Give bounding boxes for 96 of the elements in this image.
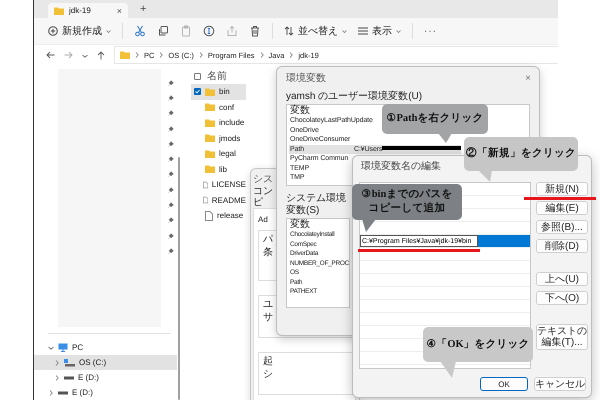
pin-icon — [168, 110, 174, 116]
dialog-title: シス — [253, 173, 273, 184]
pin-icon — [168, 140, 174, 147]
cancel-button[interactable]: キャンセル — [534, 377, 586, 391]
pin-icon — [168, 202, 174, 208]
monitor-icon — [58, 343, 68, 352]
dialog-tab[interactable]: コンピ — [253, 186, 274, 208]
new-tab-button[interactable]: + — [140, 3, 146, 15]
file-row[interactable]: lib — [191, 162, 246, 177]
pin-icon — [168, 156, 174, 162]
dialog-title: 環境変数 — [286, 72, 326, 85]
column-header: 変数 — [290, 105, 310, 116]
file-icon — [205, 210, 213, 221]
close-tab-button[interactable]: × — [116, 6, 122, 16]
ok-button[interactable]: OK — [480, 377, 528, 391]
dialog-button[interactable]: 下へ(O) — [536, 291, 588, 305]
explorer-tab[interactable]: jdk-19 × — [48, 3, 128, 18]
recent-chevron-icon — [82, 54, 88, 58]
tree-item[interactable]: OS (C:) — [34, 355, 177, 370]
copy-icon[interactable] — [157, 25, 169, 37]
tree-item[interactable]: PC — [34, 340, 177, 355]
pin-icon — [168, 126, 174, 132]
dialog-text: Ad — [258, 214, 268, 226]
caret-icon — [342, 30, 347, 32]
file-row[interactable]: jmods — [191, 130, 246, 146]
expand-chevron-icon — [55, 374, 59, 380]
file-icon — [202, 180, 208, 190]
expand-chevron-icon — [48, 346, 54, 350]
chevron-icon — [198, 52, 203, 58]
file-row[interactable]: README — [191, 192, 246, 208]
up-arrow-icon[interactable] — [97, 50, 105, 60]
chevron-icon — [260, 52, 264, 58]
folder-icon — [54, 6, 64, 14]
scrollbar[interactable] — [178, 157, 180, 400]
new-button[interactable]: 新規作成 — [48, 24, 111, 38]
dialog-button[interactable]: 編集(E) — [536, 201, 588, 215]
underline-mark — [524, 197, 596, 200]
dialog-button[interactable]: 上へ(U) — [536, 272, 588, 286]
dialog-text: サ — [263, 312, 273, 324]
callout-text: ③binまでのパスを — [362, 188, 452, 202]
file-row[interactable]: legal — [191, 146, 246, 162]
caret-icon — [106, 30, 111, 32]
dialog-button[interactable]: テキストの編集(T)... — [536, 324, 588, 350]
trash-icon[interactable] — [249, 25, 261, 37]
callout-text: コピーして追加 — [368, 202, 446, 216]
expand-chevron-icon — [55, 360, 59, 366]
pin-icon — [168, 80, 174, 86]
file-icon — [202, 195, 208, 206]
pin-icon — [168, 248, 174, 254]
pin-icon — [168, 94, 174, 101]
pin-icon — [168, 217, 174, 224]
sort-button[interactable]: 並べ替え — [284, 24, 347, 38]
sort-arrows-icon — [284, 26, 294, 36]
chevron-icon — [135, 52, 139, 58]
file-row[interactable]: bin — [191, 84, 246, 100]
folder-icon — [120, 51, 130, 59]
view-button[interactable]: 表示 — [358, 24, 401, 38]
dialog-button[interactable]: 新規(N) — [536, 182, 588, 196]
callout-text: ④「OK」をクリック — [426, 338, 530, 352]
dialog-button[interactable]: 削除(D) — [536, 239, 588, 253]
file-row[interactable]: conf — [191, 100, 246, 115]
plus-circle-icon — [48, 26, 58, 36]
lines-icon — [358, 27, 368, 35]
tree-item[interactable]: E (D:) — [34, 385, 177, 400]
column-header[interactable]: 名前 — [207, 69, 227, 83]
expand-chevron-icon — [49, 390, 53, 396]
file-row[interactable]: release — [191, 208, 246, 224]
group-label: システム環境変数(S) — [286, 193, 347, 217]
text-cursor-icon[interactable] — [203, 25, 215, 37]
dialog-text: 起 — [263, 356, 273, 368]
dialog-button[interactable]: 参照(B)... — [536, 220, 588, 234]
drive-icon — [64, 376, 74, 380]
chevron-icon — [159, 52, 164, 58]
dialog-text: シ — [263, 369, 273, 381]
close-button[interactable]: × — [525, 72, 531, 84]
drive-icon — [64, 358, 75, 366]
dialog-text: パ — [263, 234, 273, 246]
back-arrow-icon[interactable] — [46, 51, 55, 59]
pin-icon — [168, 232, 174, 239]
dialog-title: 環境変数名の編集 — [360, 160, 442, 174]
file-row[interactable]: include — [191, 115, 246, 130]
chevron-icon — [289, 52, 294, 58]
file-row[interactable]: LICENSE — [191, 177, 246, 192]
dialog-text: ユ — [263, 299, 273, 311]
checkbox[interactable] — [194, 72, 201, 80]
cut-icon[interactable] — [134, 25, 146, 37]
tree-item[interactable]: E (D:) — [34, 370, 177, 385]
more-button[interactable]: ··· — [424, 26, 437, 36]
pin-icon — [168, 186, 174, 193]
pin-icon — [168, 171, 174, 178]
callout-text: ①Pathを右クリック — [386, 112, 484, 126]
dialog-text: 条 — [263, 247, 273, 259]
group-label: yamsh のユーザー環境変数(U) — [286, 91, 424, 103]
drive-icon — [58, 390, 68, 394]
caret-icon — [396, 30, 401, 32]
column-header: 変数 — [290, 219, 310, 230]
